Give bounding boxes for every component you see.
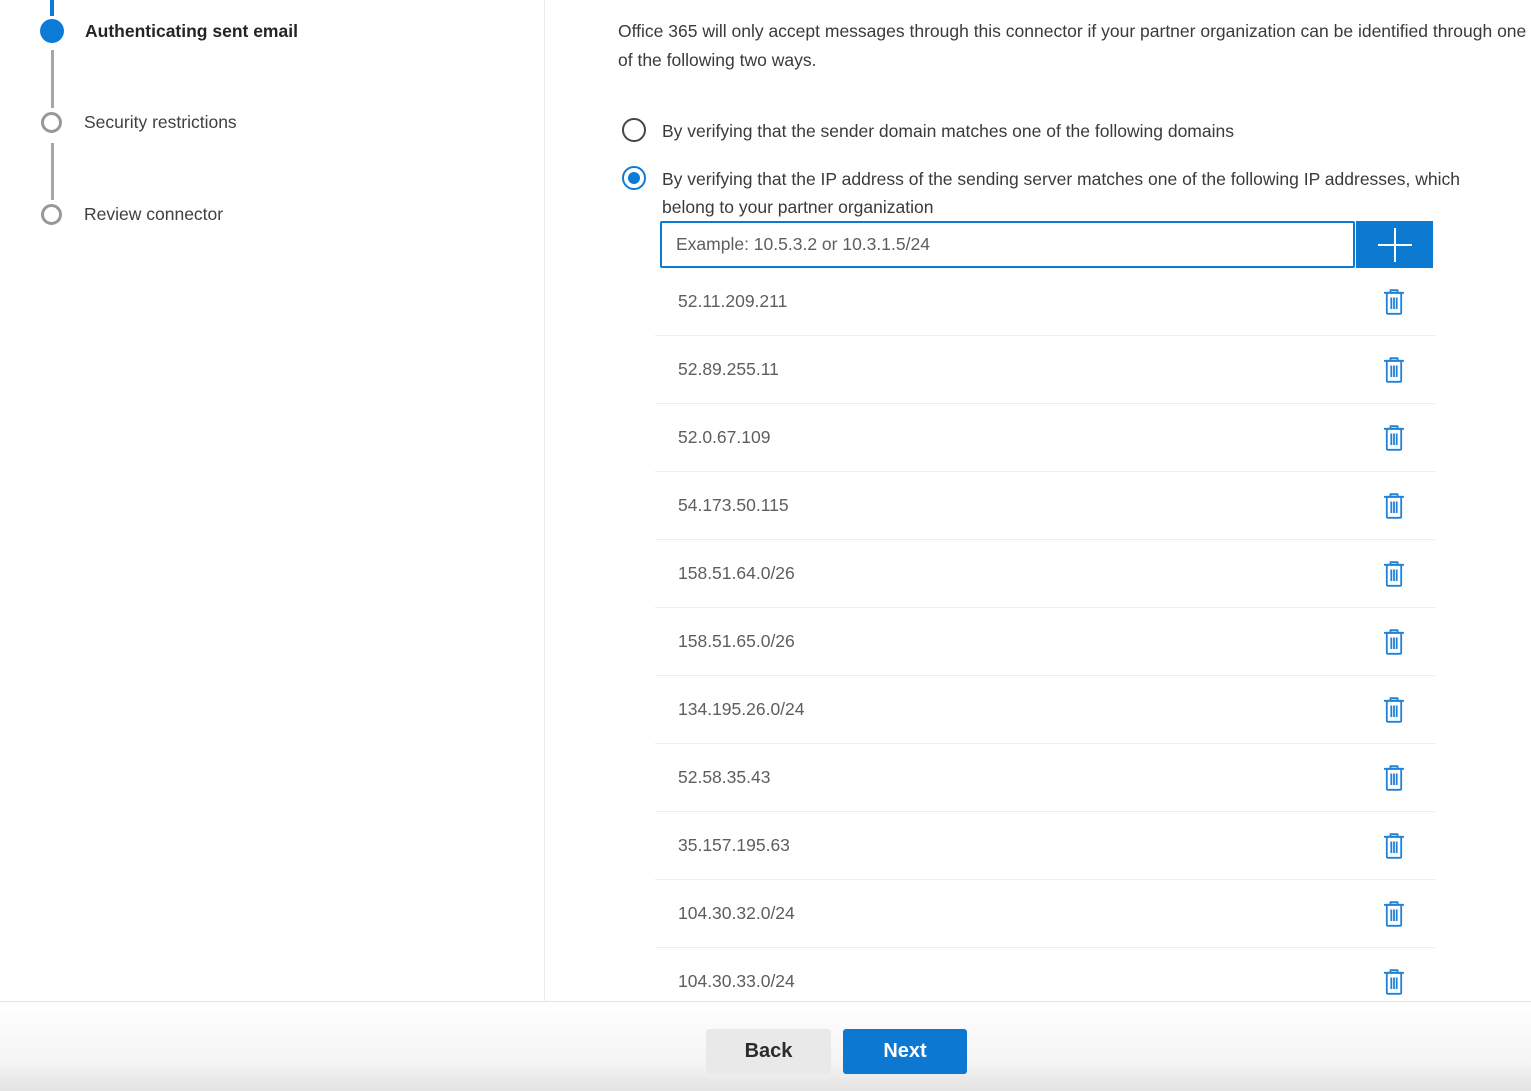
radio-option-label: By verifying that the IP address of the … — [662, 165, 1492, 221]
ip-address-input[interactable] — [660, 221, 1355, 268]
ip-address-value: 52.58.35.43 — [678, 767, 770, 788]
trash-icon — [1383, 900, 1405, 928]
step-idle-dot-icon — [41, 112, 62, 133]
stepper-step-security-restrictions: Security restrictions — [40, 112, 237, 133]
stepper-connector — [51, 50, 54, 108]
delete-ip-button[interactable] — [1381, 762, 1407, 794]
ip-address-value: 54.173.50.115 — [678, 495, 789, 516]
ip-address-value: 134.195.26.0/24 — [678, 699, 805, 720]
radio-option-sender-domain[interactable]: By verifying that the sender domain matc… — [622, 117, 1234, 145]
delete-ip-button[interactable] — [1381, 490, 1407, 522]
ip-list-row: 35.157.195.63 — [655, 812, 1435, 880]
ip-list-row: 104.30.32.0/24 — [655, 880, 1435, 948]
delete-ip-button[interactable] — [1381, 626, 1407, 658]
add-ip-button[interactable] — [1356, 221, 1433, 268]
trash-icon — [1383, 696, 1405, 724]
stepper-step-review-connector: Review connector — [40, 204, 223, 225]
page-description: Office 365 will only accept messages thr… — [618, 17, 1531, 75]
plus-icon — [1375, 225, 1415, 265]
ip-list-row: 52.11.209.211 — [655, 268, 1435, 336]
wizard-stepper-sidebar: Authenticating sent email Security restr… — [0, 0, 545, 1001]
ip-address-value: 35.157.195.63 — [678, 835, 790, 856]
ip-list-row: 52.0.67.109 — [655, 404, 1435, 472]
wizard-footer: Back Next — [0, 1001, 1531, 1091]
ip-address-value: 52.11.209.211 — [678, 291, 787, 312]
delete-ip-button[interactable] — [1381, 558, 1407, 590]
radio-unchecked-icon[interactable] — [622, 118, 646, 142]
ip-address-value: 52.0.67.109 — [678, 427, 770, 448]
ip-address-value: 158.51.64.0/26 — [678, 563, 795, 584]
trash-icon — [1383, 492, 1405, 520]
ip-list-row: 52.58.35.43 — [655, 744, 1435, 812]
delete-ip-button[interactable] — [1381, 422, 1407, 454]
stepper-rail-top — [50, 0, 54, 16]
trash-icon — [1383, 288, 1405, 316]
ip-list-row: 158.51.65.0/26 — [655, 608, 1435, 676]
delete-ip-button[interactable] — [1381, 830, 1407, 862]
ip-address-list: 52.11.209.211 52.89.255.11 — [655, 268, 1435, 1016]
stepper-connector — [51, 143, 54, 200]
trash-icon — [1383, 832, 1405, 860]
step-active-dot-icon — [40, 19, 64, 43]
stepper-step-authenticating-sent-email: Authenticating sent email — [40, 19, 298, 43]
radio-checked-icon[interactable] — [622, 166, 646, 190]
radio-option-label: By verifying that the sender domain matc… — [662, 117, 1234, 145]
trash-icon — [1383, 968, 1405, 996]
ip-list-row: 158.51.64.0/26 — [655, 540, 1435, 608]
trash-icon — [1383, 424, 1405, 452]
ip-entry-row — [660, 221, 1433, 268]
trash-icon — [1383, 764, 1405, 792]
ip-address-value: 158.51.65.0/26 — [678, 631, 795, 652]
delete-ip-button[interactable] — [1381, 898, 1407, 930]
radio-option-ip-address[interactable]: By verifying that the IP address of the … — [622, 165, 1492, 221]
ip-address-value: 104.30.32.0/24 — [678, 903, 795, 924]
step-idle-dot-icon — [41, 204, 62, 225]
next-button[interactable]: Next — [843, 1029, 967, 1074]
ip-list-row: 134.195.26.0/24 — [655, 676, 1435, 744]
trash-icon — [1383, 560, 1405, 588]
ip-address-value: 104.30.33.0/24 — [678, 971, 795, 992]
delete-ip-button[interactable] — [1381, 354, 1407, 386]
ip-address-value: 52.89.255.11 — [678, 359, 779, 380]
ip-list-row: 54.173.50.115 — [655, 472, 1435, 540]
delete-ip-button[interactable] — [1381, 694, 1407, 726]
trash-icon — [1383, 628, 1405, 656]
step-label: Authenticating sent email — [85, 21, 298, 42]
back-button[interactable]: Back — [706, 1029, 831, 1074]
ip-list-row: 52.89.255.11 — [655, 336, 1435, 404]
delete-ip-button[interactable] — [1381, 966, 1407, 998]
step-label: Security restrictions — [84, 112, 237, 133]
delete-ip-button[interactable] — [1381, 286, 1407, 318]
trash-icon — [1383, 356, 1405, 384]
step-label: Review connector — [84, 204, 223, 225]
